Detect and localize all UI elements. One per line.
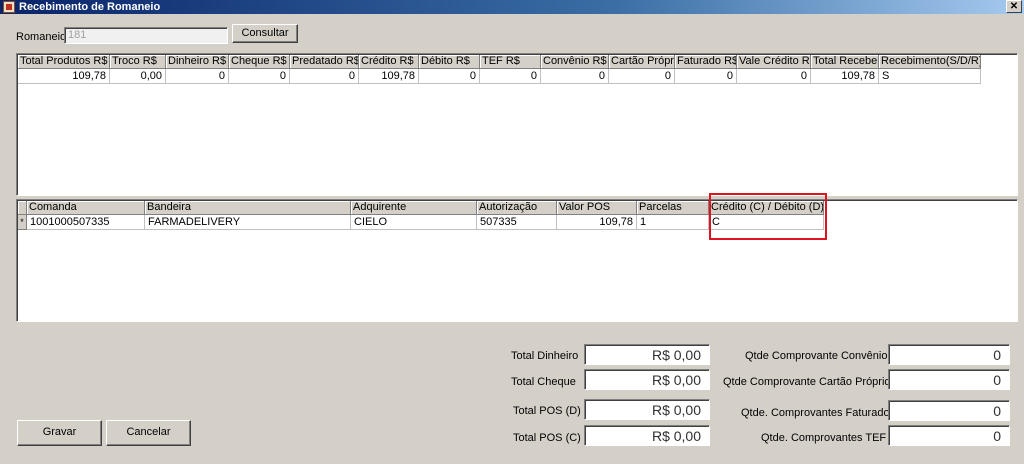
summary-cell[interactable]: 0 <box>229 69 290 84</box>
qtde-tef-label: Qtde. Comprovantes TEF <box>761 432 887 444</box>
close-button[interactable]: ✕ <box>1006 0 1022 13</box>
payment-grid[interactable]: Comanda Bandeira Adquirente Autorização Valo… <box>16 199 1018 322</box>
total-dinheiro-field: R$ 0,00 <box>584 344 710 365</box>
payment-cell[interactable]: 109,78 <box>557 215 637 230</box>
summary-cell[interactable]: 109,78 <box>811 69 879 84</box>
summary-cell[interactable]: 0,00 <box>110 69 166 84</box>
summary-column-header[interactable]: Convênio R$ <box>541 55 609 69</box>
summary-cell[interactable]: 0 <box>609 69 675 84</box>
summary-column-header[interactable]: Faturado R$ <box>675 55 737 69</box>
summary-column-header[interactable]: Cartão Próprio <box>609 55 675 69</box>
payment-cell[interactable]: 1 <box>637 215 709 230</box>
summary-column-header[interactable]: Débito R$ <box>419 55 480 69</box>
summary-cell[interactable]: 109,78 <box>359 69 419 84</box>
qtde-tef-field: 0 <box>888 425 1010 446</box>
romaneio-label: Romaneio <box>16 31 67 43</box>
summary-column-header[interactable]: TEF R$ <box>480 55 541 69</box>
summary-column-header[interactable]: Dinheiro R$ <box>166 55 229 69</box>
qtde-cartao-label: Qtde Comprovante Cartão Próprio <box>723 376 891 388</box>
payment-column-header[interactable]: Adquirente <box>351 201 477 215</box>
payment-column-header[interactable]: Valor POS <box>557 201 637 215</box>
summary-cell[interactable]: 0 <box>419 69 480 84</box>
summary-cell[interactable]: 0 <box>675 69 737 84</box>
romaneio-field[interactable]: 181 <box>64 27 228 44</box>
summary-cell[interactable]: 109,78 <box>18 69 110 84</box>
qtde-faturado-field: 0 <box>888 400 1010 421</box>
payment-column-header[interactable]: Parcelas <box>637 201 709 215</box>
qtde-convenio-field: 0 <box>888 344 1010 365</box>
row-indicator[interactable]: * <box>18 215 27 230</box>
payment-cell[interactable]: 1001000507335 <box>27 215 145 230</box>
payment-corner-header <box>18 201 27 215</box>
payment-cell[interactable]: CIELO <box>351 215 477 230</box>
summary-grid[interactable]: Total Produtos R$ Troco R$ Dinheiro R$ Cheq… <box>16 53 1018 196</box>
summary-cell[interactable]: 0 <box>737 69 811 84</box>
qtde-cartao-field: 0 <box>888 369 1010 390</box>
qtde-faturado-label: Qtde. Comprovantes Faturado <box>741 407 890 419</box>
highlight-box <box>709 193 827 240</box>
payment-cell[interactable]: FARMADELIVERY <box>145 215 351 230</box>
title-bar: Recebimento de Romaneio ✕ <box>0 0 1024 14</box>
summary-column-header[interactable]: Predatado R$ <box>290 55 359 69</box>
total-cheque-field: R$ 0,00 <box>584 369 710 390</box>
window-title: Recebimento de Romaneio <box>19 1 161 13</box>
app-icon <box>3 1 15 13</box>
total-pos-c-label: Total POS (C) <box>513 432 581 444</box>
gravar-button[interactable]: Gravar <box>17 420 102 446</box>
summary-cell[interactable]: S <box>879 69 981 84</box>
summary-column-header[interactable]: Total Receber <box>811 55 879 69</box>
summary-cell[interactable]: 0 <box>541 69 609 84</box>
summary-cell[interactable]: 0 <box>480 69 541 84</box>
summary-column-header[interactable]: Crédito R$ <box>359 55 419 69</box>
summary-column-header[interactable]: Vale Crédito R$ <box>737 55 811 69</box>
summary-column-header[interactable]: Total Produtos R$ <box>18 55 110 69</box>
summary-column-header[interactable]: Cheque R$ <box>229 55 290 69</box>
payment-column-header[interactable]: Comanda <box>27 201 145 215</box>
payment-column-header[interactable]: Bandeira <box>145 201 351 215</box>
summary-column-header[interactable]: Troco R$ <box>110 55 166 69</box>
cancelar-button[interactable]: Cancelar <box>106 420 191 446</box>
consultar-button[interactable]: Consultar <box>232 24 298 43</box>
summary-column-header[interactable]: Recebimento(S/D/R) <box>879 55 981 69</box>
total-pos-d-field: R$ 0,00 <box>584 399 710 420</box>
payment-column-header[interactable]: Autorização <box>477 201 557 215</box>
qtde-convenio-label: Qtde Comprovante Convênio <box>745 350 888 362</box>
total-pos-d-label: Total POS (D) <box>513 405 581 417</box>
summary-cell[interactable]: 0 <box>166 69 229 84</box>
total-pos-c-field: R$ 0,00 <box>584 425 710 446</box>
summary-cell[interactable]: 0 <box>290 69 359 84</box>
total-dinheiro-label: Total Dinheiro <box>511 350 579 362</box>
payment-cell[interactable]: 507335 <box>477 215 557 230</box>
total-cheque-label: Total Cheque <box>511 376 576 388</box>
